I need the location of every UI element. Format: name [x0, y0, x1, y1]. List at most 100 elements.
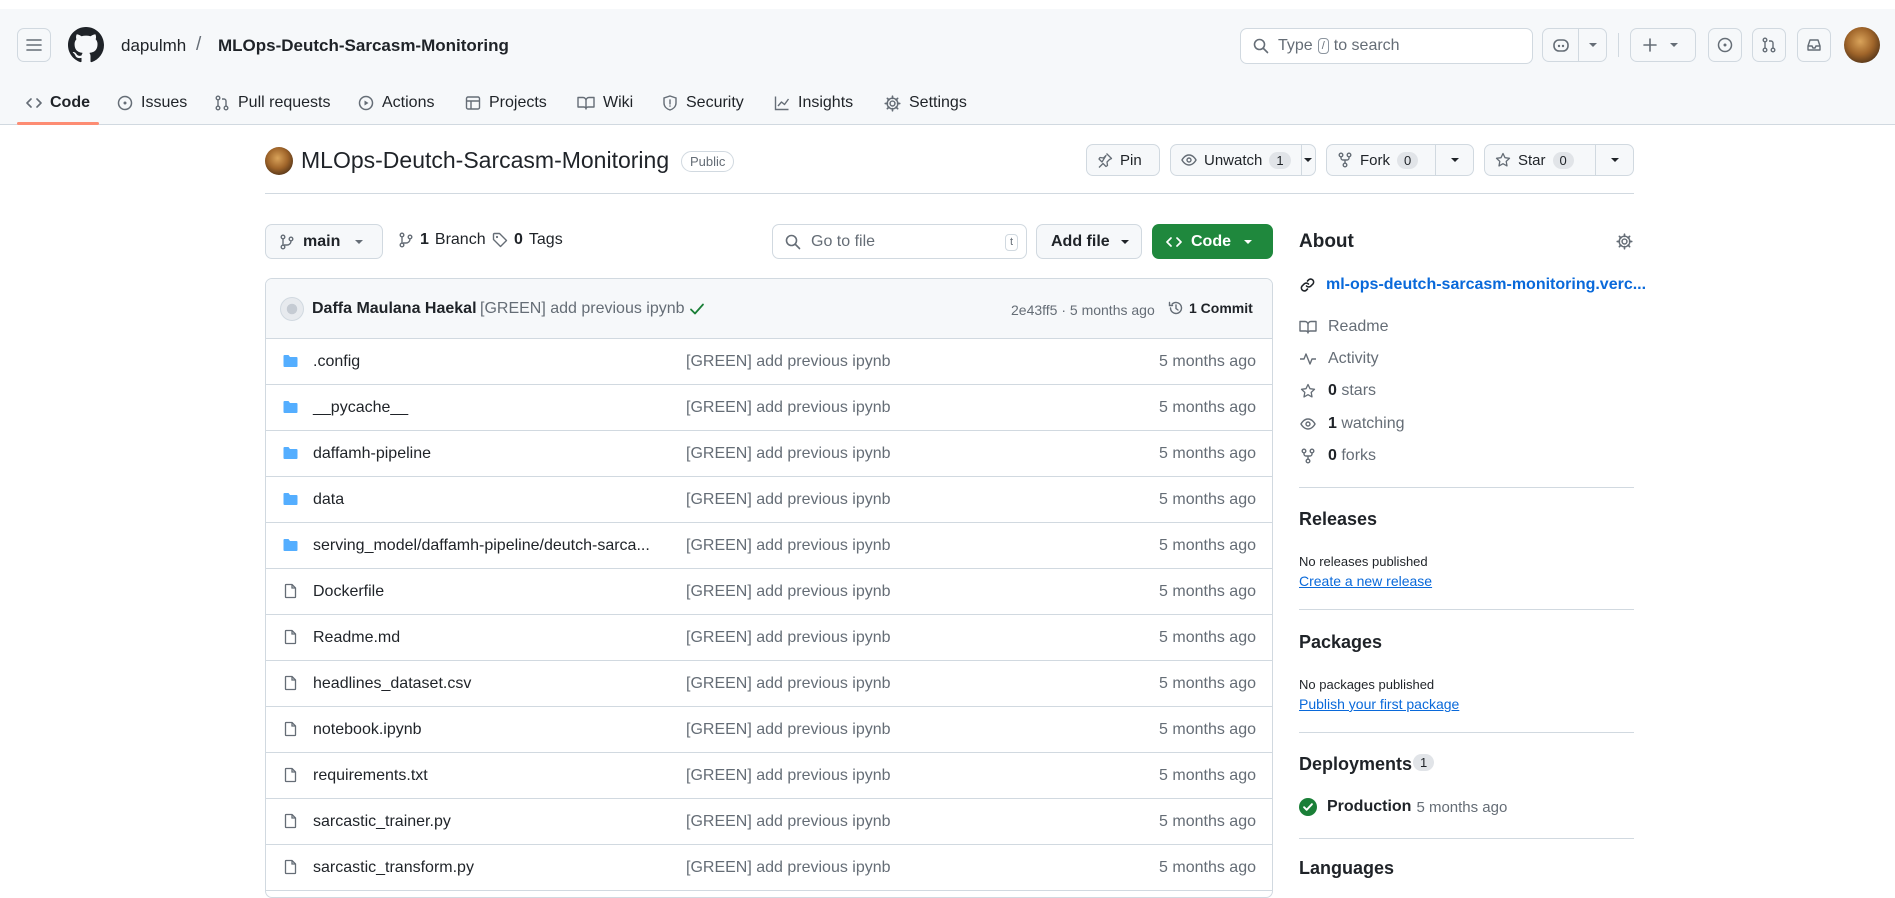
menu-button[interactable] — [17, 28, 51, 62]
pull-requests-button[interactable] — [1752, 28, 1786, 62]
issues-button[interactable] — [1708, 28, 1742, 62]
file-commit-message[interactable]: [GREEN] add previous ipynb — [686, 583, 891, 601]
tag-icon — [492, 232, 508, 248]
star-icon — [1300, 383, 1316, 398]
tab-insights-label: Insights — [798, 94, 854, 111]
file-row[interactable]: data [GREEN] add previous ipynb 5 months a… — [266, 477, 1272, 523]
file-name-link[interactable]: .config — [313, 353, 360, 371]
gear-icon[interactable] — [1616, 233, 1633, 250]
tab-settings[interactable]: Settings — [884, 81, 967, 125]
branch-selector[interactable]: main — [265, 224, 383, 259]
file-commit-message[interactable]: [GREEN] add previous ipynb — [686, 445, 891, 463]
forks-link[interactable]: 0 forks — [1299, 447, 1376, 465]
file-row[interactable]: .config [GREEN] add previous ipynb 5 month… — [266, 339, 1272, 385]
commit-history-link[interactable]: 1 Commit — [1168, 300, 1253, 316]
file-commit-message[interactable]: [GREEN] add previous ipynb — [686, 813, 891, 831]
create-release-link[interactable]: Create a new release — [1299, 573, 1432, 589]
tab-wiki[interactable]: Wiki — [577, 81, 633, 125]
file-name-link[interactable]: data — [313, 491, 344, 509]
watchers-link[interactable]: 1 watching — [1299, 415, 1405, 433]
deployment-env: Production — [1327, 798, 1412, 815]
tab-issues[interactable]: Issues — [117, 81, 187, 125]
languages-heading: Languages — [1299, 858, 1395, 878]
breadcrumb-repo[interactable]: MLOps-Deutch-Sarcasm-Monitoring — [218, 36, 509, 56]
file-name-link[interactable]: requirements.txt — [313, 767, 428, 785]
file-commit-message[interactable]: [GREEN] add previous ipynb — [686, 675, 891, 693]
readme-link[interactable]: Readme — [1299, 318, 1388, 336]
user-avatar[interactable] — [1844, 27, 1880, 63]
file-name-link[interactable]: sarcastic_trainer.py — [313, 813, 451, 831]
file-commit-message[interactable]: [GREEN] add previous ipynb — [686, 721, 891, 739]
create-new-button[interactable] — [1630, 28, 1696, 62]
file-row[interactable]: notebook.ipynb [GREEN] add previous ipynb… — [266, 707, 1272, 753]
search-input[interactable]: Type / to search — [1240, 28, 1533, 64]
tab-insights[interactable]: Insights — [774, 81, 853, 125]
file-name-link[interactable]: Dockerfile — [313, 583, 384, 601]
file-row[interactable]: headlines_dataset.csv [GREEN] add previou… — [266, 661, 1272, 707]
file-row[interactable]: Readme.md [GREEN] add previous ipynb 5 mon… — [266, 615, 1272, 661]
file-row[interactable]: Dockerfile [GREEN] add previous ipynb 5 mo… — [266, 569, 1272, 615]
stars-link[interactable]: 0 stars — [1299, 382, 1376, 400]
commit-hash-time[interactable]: 2e43ff5 · 5 months ago — [1011, 302, 1155, 318]
file-commit-message[interactable]: [GREEN] add previous ipynb — [686, 537, 891, 555]
repo-title[interactable]: MLOps-Deutch-Sarcasm-Monitoring — [301, 147, 669, 174]
packages-heading[interactable]: Packages — [1299, 632, 1382, 653]
add-file-button[interactable]: Add file — [1036, 224, 1142, 259]
file-name-link[interactable]: serving_model/daffamh-pipeline/deutch-sa… — [313, 537, 650, 555]
star-dropdown[interactable] — [1595, 145, 1633, 175]
tab-pull-requests[interactable]: Pull requests — [214, 81, 331, 125]
file-row[interactable]: daffamh-pipeline [GREEN] add previous ipy… — [266, 431, 1272, 477]
commit-author-avatar[interactable] — [280, 297, 304, 321]
chevron-down-icon — [355, 239, 364, 244]
file-commit-message[interactable]: [GREEN] add previous ipynb — [686, 353, 891, 371]
go-to-file-input[interactable]: Go to file t — [772, 224, 1027, 259]
tab-projects[interactable]: Projects — [465, 81, 547, 125]
file-name-link[interactable]: Readme.md — [313, 629, 400, 647]
code-button[interactable]: Code — [1152, 224, 1273, 259]
star-button[interactable]: Star 0 — [1484, 144, 1634, 176]
file-row[interactable]: requirements.txt [GREEN] add previous ipy… — [266, 753, 1272, 799]
tab-security[interactable]: Security — [662, 81, 744, 125]
branches-link[interactable]: 1 Branch — [398, 231, 486, 249]
watch-dropdown[interactable] — [1300, 145, 1315, 175]
check-icon[interactable] — [689, 301, 705, 317]
file-commit-message[interactable]: [GREEN] add previous ipynb — [686, 399, 891, 417]
chevron-down-icon — [1120, 239, 1129, 244]
github-logo-icon[interactable] — [68, 27, 104, 63]
commit-message[interactable]: [GREEN] add previous ipynb — [480, 300, 685, 318]
unwatch-button[interactable]: Unwatch 1 — [1170, 144, 1316, 176]
tab-actions[interactable]: Actions — [358, 81, 434, 125]
homepage-link[interactable]: ml-ops-deutch-sarcasm-monitoring.verc... — [1326, 276, 1646, 294]
breadcrumb-owner[interactable]: dapulmh — [121, 36, 186, 56]
publish-package-link[interactable]: Publish your first package — [1299, 696, 1459, 712]
repo-tabs: Code Issues Pull requests Actions Projec… — [0, 81, 1895, 125]
git-pull-request-icon — [1762, 37, 1776, 53]
file-name-link[interactable]: __pycache__ — [313, 399, 408, 417]
file-commit-message[interactable]: [GREEN] add previous ipynb — [686, 491, 891, 509]
fork-dropdown[interactable] — [1435, 145, 1473, 175]
commit-author[interactable]: Daffa Maulana Haekal — [312, 300, 477, 318]
fork-button[interactable]: Fork 0 — [1326, 144, 1474, 176]
file-row[interactable]: sarcastic_transform.py [GREEN] add previo… — [266, 845, 1272, 891]
file-row[interactable]: __pycache__ [GREEN] add previous ipynb 5 m… — [266, 385, 1272, 431]
inbox-button[interactable] — [1797, 28, 1831, 62]
file-commit-message[interactable]: [GREEN] add previous ipynb — [686, 767, 891, 785]
pin-button[interactable]: Pin — [1086, 144, 1160, 176]
file-row[interactable]: serving_model/daffamh-pipeline/deutch-sa… — [266, 523, 1272, 569]
file-name-link[interactable]: daffamh-pipeline — [313, 445, 431, 463]
releases-heading[interactable]: Releases — [1299, 509, 1377, 530]
tab-code[interactable]: Code — [26, 81, 90, 125]
owner-avatar[interactable] — [265, 147, 293, 175]
deployments-heading[interactable]: Deployments — [1299, 754, 1412, 775]
deployment-production[interactable]: Production 5 months ago — [1299, 798, 1507, 816]
file-name-link[interactable]: headlines_dataset.csv — [313, 675, 471, 693]
tags-link[interactable]: 0 Tags — [492, 231, 563, 249]
file-name-link[interactable]: notebook.ipynb — [313, 721, 422, 739]
file-name-link[interactable]: sarcastic_transform.py — [313, 859, 474, 877]
go-to-file-placeholder: Go to file — [811, 232, 876, 250]
file-commit-message[interactable]: [GREEN] add previous ipynb — [686, 629, 891, 647]
copilot-button[interactable] — [1542, 28, 1607, 62]
file-row[interactable]: sarcastic_trainer.py [GREEN] add previous… — [266, 799, 1272, 845]
activity-link[interactable]: Activity — [1299, 350, 1379, 368]
file-commit-message[interactable]: [GREEN] add previous ipynb — [686, 859, 891, 877]
